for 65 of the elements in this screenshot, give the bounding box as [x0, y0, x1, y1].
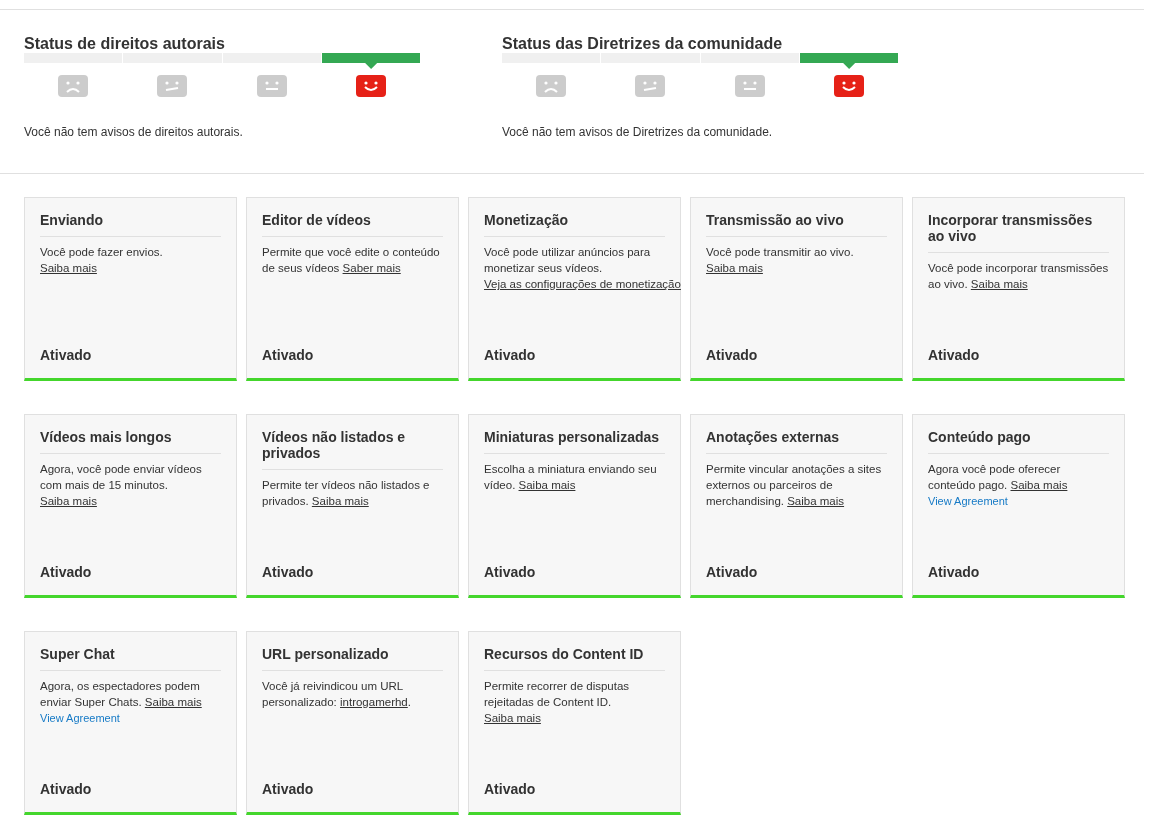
neutral-face-icon	[256, 75, 287, 97]
feature-description: Agora, os espectadores podem enviar Super Chats. Saiba mais	[40, 679, 203, 710]
feature-description: Permite vincular anotações a sites externos ou parceiros de merchandising. Saiba mais	[706, 462, 883, 509]
learn-more-link[interactable]: Saiba mais	[484, 712, 541, 724]
feature-status: Ativado	[40, 346, 93, 365]
feature-status: Ativado	[706, 563, 759, 582]
view-agreement-link[interactable]: View Agreement	[40, 710, 120, 726]
frowning-face-icon	[635, 75, 666, 97]
feature-title: Incorporar transmissões ao vivo	[928, 212, 1109, 253]
sad-face-icon	[536, 75, 567, 97]
learn-more-link[interactable]: Veja as configurações de monetização	[484, 278, 681, 290]
learn-more-link[interactable]: Saiba mais	[787, 495, 845, 507]
feature-description: Agora, você pode enviar vídeos com mais de 15 minutos. Saiba mais	[40, 462, 203, 509]
feature-description: Você pode transmitir ao vivo. Saiba mais	[706, 245, 855, 276]
feature-status: Ativado	[40, 780, 93, 799]
feature-status: Ativado	[262, 780, 315, 799]
feature-title: Super Chat	[40, 646, 221, 671]
neutral-face-icon	[734, 75, 765, 97]
feature-title: Miniaturas personalizadas	[484, 429, 665, 454]
feature-status: Ativado	[928, 563, 981, 582]
status-title: Status das Diretrizes da comunidade	[502, 34, 784, 51]
feature-title: Transmissão ao vivo	[706, 212, 887, 237]
sad-face-icon	[58, 75, 89, 97]
feature-description: Permite que você edite o conteúdo de seus vídeos Saber mais	[262, 245, 441, 276]
feature-description: Você pode incorporar transmissões ao vivo. Saiba mais	[928, 261, 1109, 292]
learn-more-link[interactable]: introgamerhd	[340, 696, 408, 708]
learn-more-link[interactable]: Saiba mais	[970, 278, 1028, 290]
feature-status: Ativado	[484, 563, 537, 582]
feature-title: Anotações externas	[706, 429, 887, 454]
feature-description: Escolha a miniatura enviando seu vídeo. Saiba mais	[484, 462, 658, 493]
learn-more-link[interactable]: Saiba mais	[706, 262, 763, 274]
learn-more-link[interactable]: Saiba mais	[311, 495, 369, 507]
feature-status: Ativado	[262, 346, 315, 365]
status-title: Status de direitos autorais	[24, 34, 226, 51]
frowning-face-icon	[157, 75, 188, 97]
feature-title: Conteúdo pago	[928, 429, 1109, 454]
feature-description: Você pode fazer envios. Saiba mais	[40, 245, 164, 276]
learn-more-link[interactable]: Saber mais	[342, 262, 401, 274]
feature-status: Ativado	[706, 346, 759, 365]
feature-description: Agora você pode oferecer conteúdo pago. Saiba mais	[928, 462, 1069, 493]
learn-more-link[interactable]: Saiba mais	[1010, 479, 1068, 491]
learn-more-link[interactable]: Saiba mais	[40, 495, 97, 507]
feature-description: Permite recorrer de disputas rejeitadas de Content ID. Saiba mais	[484, 679, 631, 726]
status-message: Você não tem avisos de direitos autorais.	[24, 124, 244, 141]
feature-title: Enviando	[40, 212, 221, 237]
learn-more-link[interactable]: Saiba mais	[40, 262, 97, 274]
learn-more-link[interactable]: Saiba mais	[144, 696, 202, 708]
feature-title: URL personalizado	[262, 646, 443, 671]
feature-status: Ativado	[262, 563, 315, 582]
feature-description: Permite ter vídeos não listados e privados. Saiba mais	[262, 478, 431, 509]
feature-title: Monetização	[484, 212, 665, 237]
smiley-face-icon	[355, 75, 386, 97]
learn-more-link[interactable]: Saiba mais	[518, 479, 576, 491]
feature-status: Ativado	[928, 346, 981, 365]
feature-status: Ativado	[484, 780, 537, 799]
feature-status: Ativado	[40, 563, 93, 582]
smiley-face-icon	[833, 75, 864, 97]
feature-title: Editor de vídeos	[262, 212, 443, 237]
view-agreement-link[interactable]: View Agreement	[928, 493, 1008, 509]
feature-title: Vídeos não listados e privados	[262, 429, 443, 470]
status-message: Você não tem avisos de Diretrizes da comunidade.	[502, 124, 774, 141]
feature-title: Recursos do Content ID	[484, 646, 665, 671]
feature-title: Vídeos mais longos	[40, 429, 221, 454]
feature-status: Ativado	[484, 346, 537, 365]
feature-description: Você já reivindicou um URL personalizado: introgamerhd.	[262, 679, 412, 710]
